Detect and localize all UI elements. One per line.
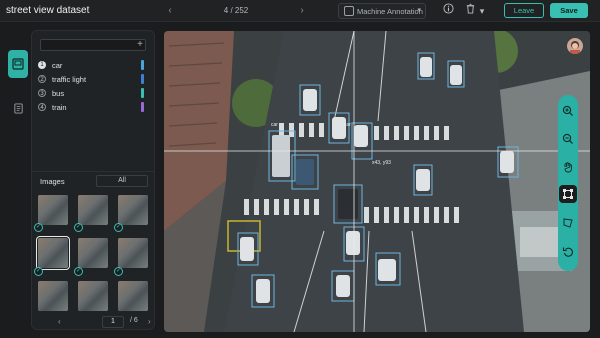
image-thumbnail[interactable] (78, 195, 108, 225)
more-dropdown-icon[interactable]: ▾ (474, 3, 490, 19)
class-name: train (52, 103, 67, 112)
bounding-box-icon[interactable] (559, 185, 577, 203)
class-item-bus[interactable]: 3 bus (38, 88, 150, 100)
annotated-check-icon: ✓ (34, 267, 43, 276)
class-index: 2 (38, 75, 46, 83)
class-index: 1 (38, 61, 46, 69)
dataset-title: street view dataset (6, 5, 90, 16)
image-thumbnail[interactable] (38, 281, 68, 311)
box-label: car (344, 122, 351, 128)
annotation-mode-select[interactable]: Machine Annotation ▾ (338, 3, 426, 19)
street-scene-image[interactable]: car car x43, y93 (164, 31, 590, 332)
prev-image-button[interactable]: ‹ (162, 3, 178, 19)
pan-hand-icon[interactable] (560, 159, 576, 175)
class-color-swatch[interactable] (141, 88, 144, 98)
annotation-mode-label: Machine Annotation (357, 7, 423, 16)
next-page-button[interactable]: › (148, 317, 151, 326)
class-name: bus (52, 89, 65, 98)
image-thumbnail[interactable] (118, 195, 148, 225)
next-image-button[interactable]: › (294, 3, 310, 19)
current-page-input[interactable]: 1 (102, 316, 124, 328)
prev-page-button[interactable]: ‹ (58, 317, 61, 326)
page-total: / 6 (130, 317, 138, 324)
thumbnail-pagination: ‹ 1 / 6 › (32, 316, 154, 330)
class-index: 3 (38, 89, 46, 97)
leave-button[interactable]: Leave (504, 3, 544, 18)
image-thumbnail[interactable] (78, 281, 108, 311)
image-thumbnail[interactable] (118, 238, 148, 268)
add-class-icon[interactable]: + (137, 39, 143, 50)
info-icon[interactable] (440, 3, 456, 19)
top-bar: street view dataset ‹ 4 / 252 › Machine … (0, 0, 600, 22)
images-label: Images (40, 177, 65, 186)
class-color-swatch[interactable] (141, 60, 144, 70)
annotated-check-icon: ✓ (114, 267, 123, 276)
box-label: car (271, 122, 278, 128)
canvas-toolbar (558, 95, 578, 271)
class-index: 4 (38, 103, 46, 111)
save-button[interactable]: Save (550, 3, 588, 18)
class-name: traffic light (52, 75, 87, 84)
images-header: Images All (32, 171, 154, 189)
image-thumbnail-selected[interactable] (36, 236, 70, 270)
annotated-check-icon: ✓ (34, 223, 43, 232)
annotated-check-icon: ✓ (74, 267, 83, 276)
annotation-canvas[interactable]: car car x43, y93 (164, 31, 590, 332)
annotated-check-icon: ✓ (74, 223, 83, 232)
class-item-train[interactable]: 4 train (38, 102, 150, 114)
image-position: 4 / 252 (223, 6, 249, 15)
image-thumbnail[interactable] (38, 195, 68, 225)
class-item-car[interactable]: 1 car (38, 60, 150, 72)
image-thumbnail[interactable] (78, 238, 108, 268)
image-pager: ‹ 4 / 252 › (162, 3, 310, 19)
annotated-check-icon: ✓ (114, 223, 123, 232)
class-search-input[interactable]: + (40, 39, 146, 51)
images-filter-button[interactable]: All (96, 175, 148, 187)
user-avatar[interactable] (567, 38, 583, 54)
polygon-tool-icon[interactable] (560, 215, 576, 231)
coordinate-readout: x43, y93 (372, 160, 391, 166)
document-icon (13, 102, 23, 114)
image-thumbnail[interactable] (118, 281, 148, 311)
class-color-swatch[interactable] (141, 74, 144, 84)
class-name: car (52, 61, 63, 70)
annotation-icon (344, 6, 354, 16)
undo-icon[interactable] (560, 243, 576, 259)
zoom-out-icon[interactable] (560, 131, 576, 147)
chevron-down-icon: ▾ (417, 7, 421, 14)
zoom-in-icon[interactable] (560, 103, 576, 119)
class-panel: + 1 car 2 traffic light 3 bus 4 train Im… (31, 30, 155, 330)
left-rail (4, 30, 30, 330)
annotate-tool-button[interactable] (8, 50, 28, 78)
class-color-swatch[interactable] (141, 102, 144, 112)
annotate-icon (12, 58, 24, 70)
class-item-traffic-light[interactable]: 2 traffic light (38, 74, 150, 86)
document-tool-button[interactable] (8, 94, 28, 122)
